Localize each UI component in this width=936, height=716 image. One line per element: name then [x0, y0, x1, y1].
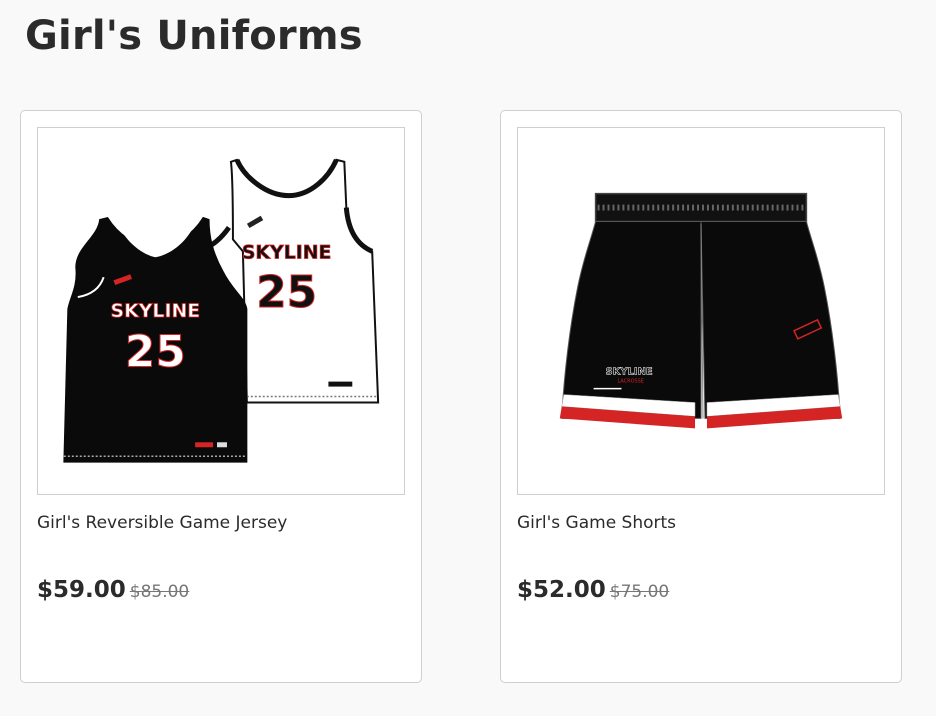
sale-price: $59.00	[37, 577, 126, 603]
product-image-shorts[interactable]: SKYLINE LACROSSE	[517, 127, 885, 495]
sale-price: $52.00	[517, 577, 606, 603]
price-row: $52.00 $75.00	[517, 577, 669, 603]
product-card-jersey[interactable]: SKYLINE 25 SKYLINE 25 Girl's Reversible …	[20, 110, 422, 683]
page-title: Girl's Uniforms	[25, 13, 363, 59]
shorts-text: SKYLINE	[606, 367, 653, 378]
original-price: $75.00	[609, 582, 670, 602]
jersey-front-number: 25	[125, 327, 186, 378]
product-image-jersey[interactable]: SKYLINE 25 SKYLINE 25	[37, 127, 405, 495]
price-row: $59.00 $85.00	[37, 577, 189, 603]
shorts: SKYLINE LACROSSE	[559, 192, 843, 429]
jersey-back-text: SKYLINE	[242, 241, 332, 263]
product-name[interactable]: Girl's Reversible Game Jersey	[37, 513, 287, 533]
jersey-illustration: SKYLINE 25 SKYLINE 25	[63, 158, 380, 463]
jersey-back-number: 25	[256, 267, 317, 318]
jersey-front-text: SKYLINE	[111, 300, 201, 322]
shorts-subtext: LACROSSE	[617, 379, 643, 385]
shorts-illustration: SKYLINE LACROSSE	[559, 192, 843, 429]
original-price: $85.00	[129, 582, 190, 602]
product-card-shorts[interactable]: SKYLINE LACROSSE Girl's Game Shorts $52.…	[500, 110, 902, 683]
product-name[interactable]: Girl's Game Shorts	[517, 513, 676, 533]
black-jersey: SKYLINE 25	[63, 216, 248, 463]
